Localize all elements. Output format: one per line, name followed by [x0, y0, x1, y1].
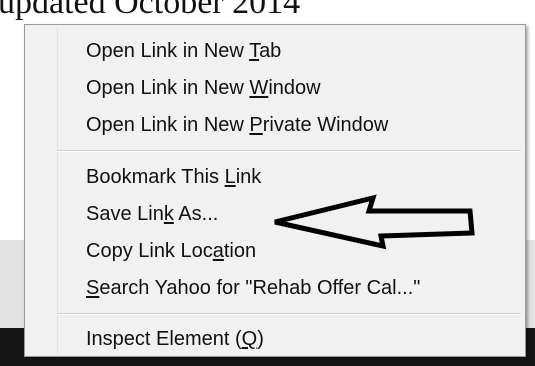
left-arrow-icon: [274, 194, 475, 250]
